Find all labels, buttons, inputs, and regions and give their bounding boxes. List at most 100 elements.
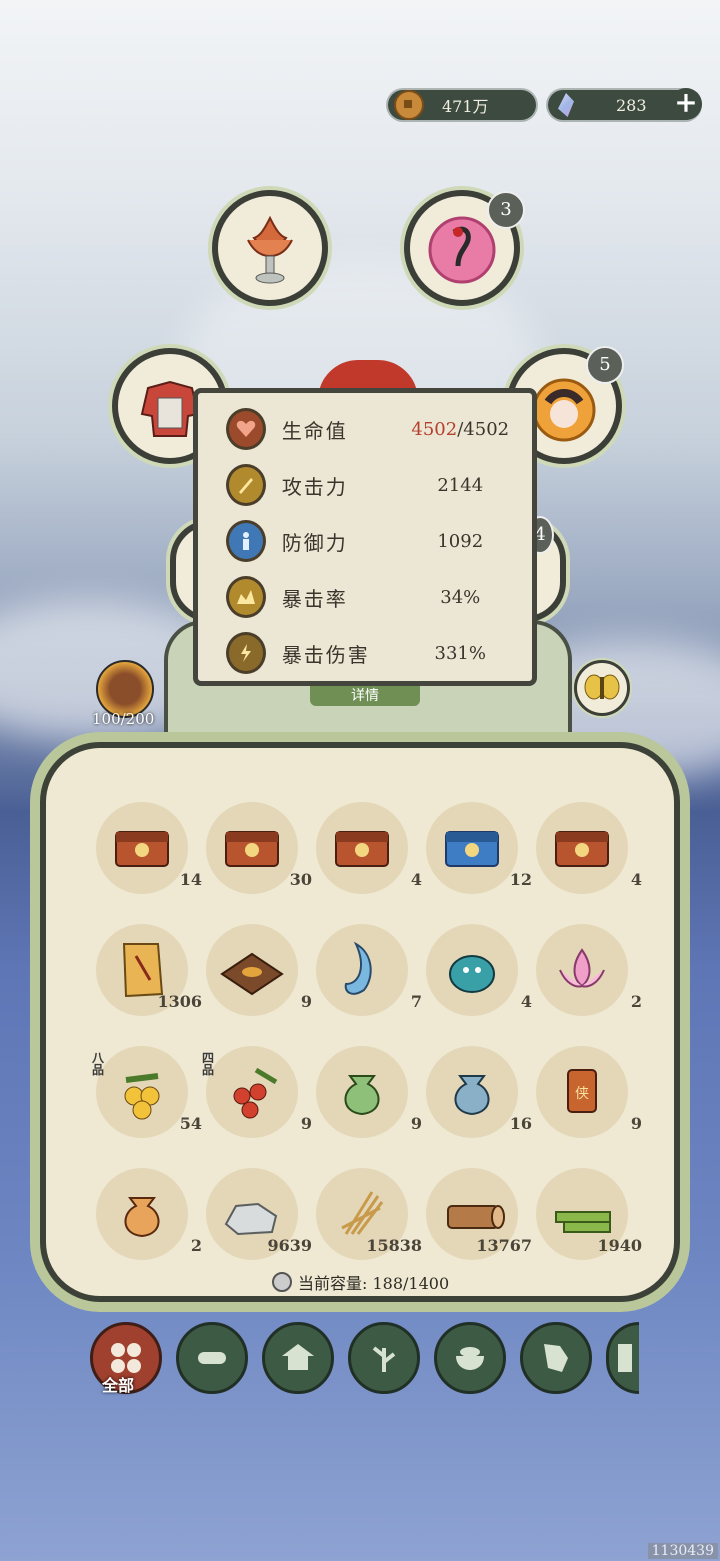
inventory-slot[interactable]: [426, 1046, 518, 1138]
inventory-slot[interactable]: [316, 924, 408, 1016]
inventory-slot[interactable]: [316, 802, 408, 894]
item-count: 9: [300, 1114, 312, 1133]
add-gem-button[interactable]: +: [670, 88, 702, 120]
inventory-slot[interactable]: [206, 802, 298, 894]
stat-row-hp: 生命值 4502/4502: [226, 407, 526, 451]
stat-row-crit-damage: 暴击伤害 331%: [226, 631, 526, 675]
notification-badge: 3: [487, 191, 525, 229]
green-pouch-icon: [344, 1075, 380, 1116]
svg-text:侠: 侠: [575, 1086, 589, 1102]
inventory-slot[interactable]: [426, 924, 518, 1016]
token-icon: 侠: [567, 1069, 597, 1113]
item-count: 7: [410, 992, 422, 1011]
inventory-slot[interactable]: [206, 924, 298, 1016]
item-grade: 四品: [202, 1051, 215, 1077]
inventory-slot[interactable]: [96, 1168, 188, 1260]
gem-amount: 283: [616, 95, 647, 115]
capacity-text: 当前容量: 188/1400: [298, 1274, 450, 1293]
item-count: 1306: [157, 992, 202, 1011]
item-count: 2: [630, 992, 642, 1011]
notification-badge: 5: [586, 346, 624, 384]
stamina-text: 100/200: [92, 710, 155, 728]
inventory-slot[interactable]: [316, 1046, 408, 1138]
wood-icon: [198, 1352, 226, 1364]
inventory-slot[interactable]: [206, 1046, 298, 1138]
stat-value: 2144: [437, 474, 484, 496]
capacity-indicator: 当前容量: 188/1400: [272, 1270, 449, 1294]
watermark: 1130439: [647, 1543, 718, 1559]
inventory-slot[interactable]: [96, 802, 188, 894]
stat-row-defense: 防御力 1092: [226, 519, 526, 563]
item-count: 12: [509, 870, 532, 889]
crit-rate-icon: [226, 576, 266, 618]
inventory-slot[interactable]: [536, 924, 628, 1016]
orange-pouch-icon: [124, 1197, 160, 1238]
stat-row-crit-rate: 暴击率 34%: [226, 575, 526, 619]
item-count: 1940: [597, 1236, 642, 1255]
map-piece-icon: [544, 1344, 568, 1372]
detail-button[interactable]: 详情: [310, 686, 420, 706]
lotus-lamp-icon: [247, 215, 293, 284]
equipment-slot-lotus-lamp[interactable]: [212, 190, 328, 306]
capacity-icon: [272, 1272, 292, 1292]
inventory-slot[interactable]: [536, 802, 628, 894]
inventory-slot[interactable]: [96, 1046, 188, 1138]
item-count: 30: [289, 870, 312, 889]
sword-icon: [226, 464, 266, 506]
red-berries-icon: [233, 1067, 278, 1119]
stat-label: 暴击率: [281, 586, 348, 611]
item-count: 13767: [476, 1236, 532, 1255]
item-count: 2: [190, 1236, 202, 1255]
stats-popup: 生命值 4502/4502 攻击力 2144 防御力 1092 暴击率 34% …: [193, 388, 537, 686]
item-count: 54: [179, 1114, 202, 1133]
shield-figure-icon: [226, 520, 266, 562]
inventory-slot[interactable]: [426, 802, 518, 894]
yellow-berries-icon: [124, 1073, 160, 1120]
stat-value: 4502/4502: [411, 418, 510, 440]
item-count: 4: [410, 870, 422, 889]
stat-label: 生命值: [281, 418, 348, 443]
heart-icon: [226, 408, 266, 450]
item-count: 9639: [267, 1236, 312, 1255]
stat-value: 34%: [440, 586, 481, 608]
item-count: 9: [410, 1114, 422, 1133]
stat-label: 防御力: [281, 530, 348, 555]
crit-damage-icon: [226, 632, 266, 674]
item-count: 16: [509, 1114, 532, 1133]
inventory-slot[interactable]: 侠: [536, 1046, 628, 1138]
treasure-chest-blue-icon: [445, 831, 499, 867]
tab-map[interactable]: [520, 1322, 592, 1394]
stat-label: 暴击伤害: [281, 642, 370, 667]
moth-icon: [584, 674, 620, 700]
item-count: 15838: [366, 1236, 422, 1255]
coin-display: 471万: [388, 90, 536, 120]
item-count: 9: [630, 1114, 642, 1133]
moth-button[interactable]: [574, 660, 630, 716]
item-count: 9: [300, 992, 312, 1011]
tab-scrolls[interactable]: [606, 1322, 639, 1394]
stat-row-attack: 攻击力 2144: [226, 463, 526, 507]
item-grade: 八品: [92, 1051, 105, 1077]
scroll-tab-icon: [618, 1344, 632, 1372]
item-count: 14: [179, 870, 202, 889]
item-count: 4: [520, 992, 532, 1011]
herb-icon: [372, 1346, 396, 1372]
treasure-chest-icon: [225, 831, 279, 867]
spirit-beast-icon: [449, 955, 495, 993]
tab-materials[interactable]: [176, 1322, 248, 1394]
stat-value: 1092: [437, 530, 484, 552]
stat-label: 攻击力: [281, 474, 348, 499]
treasure-chest-icon: [555, 831, 609, 867]
house-icon: [282, 1344, 314, 1370]
blue-pouch-icon: [454, 1075, 490, 1116]
tab-buildings[interactable]: [262, 1322, 334, 1394]
tab-herbs[interactable]: [348, 1322, 420, 1394]
item-count: 4: [630, 870, 642, 889]
tab-food[interactable]: [434, 1322, 506, 1394]
stat-value: 331%: [434, 642, 486, 664]
tray-icon: [220, 952, 284, 996]
bowl-icon: [456, 1347, 484, 1370]
tab-all-label: 全部: [102, 1376, 135, 1395]
lotus-icon: [559, 948, 605, 988]
gem-display: 283 +: [548, 88, 702, 120]
